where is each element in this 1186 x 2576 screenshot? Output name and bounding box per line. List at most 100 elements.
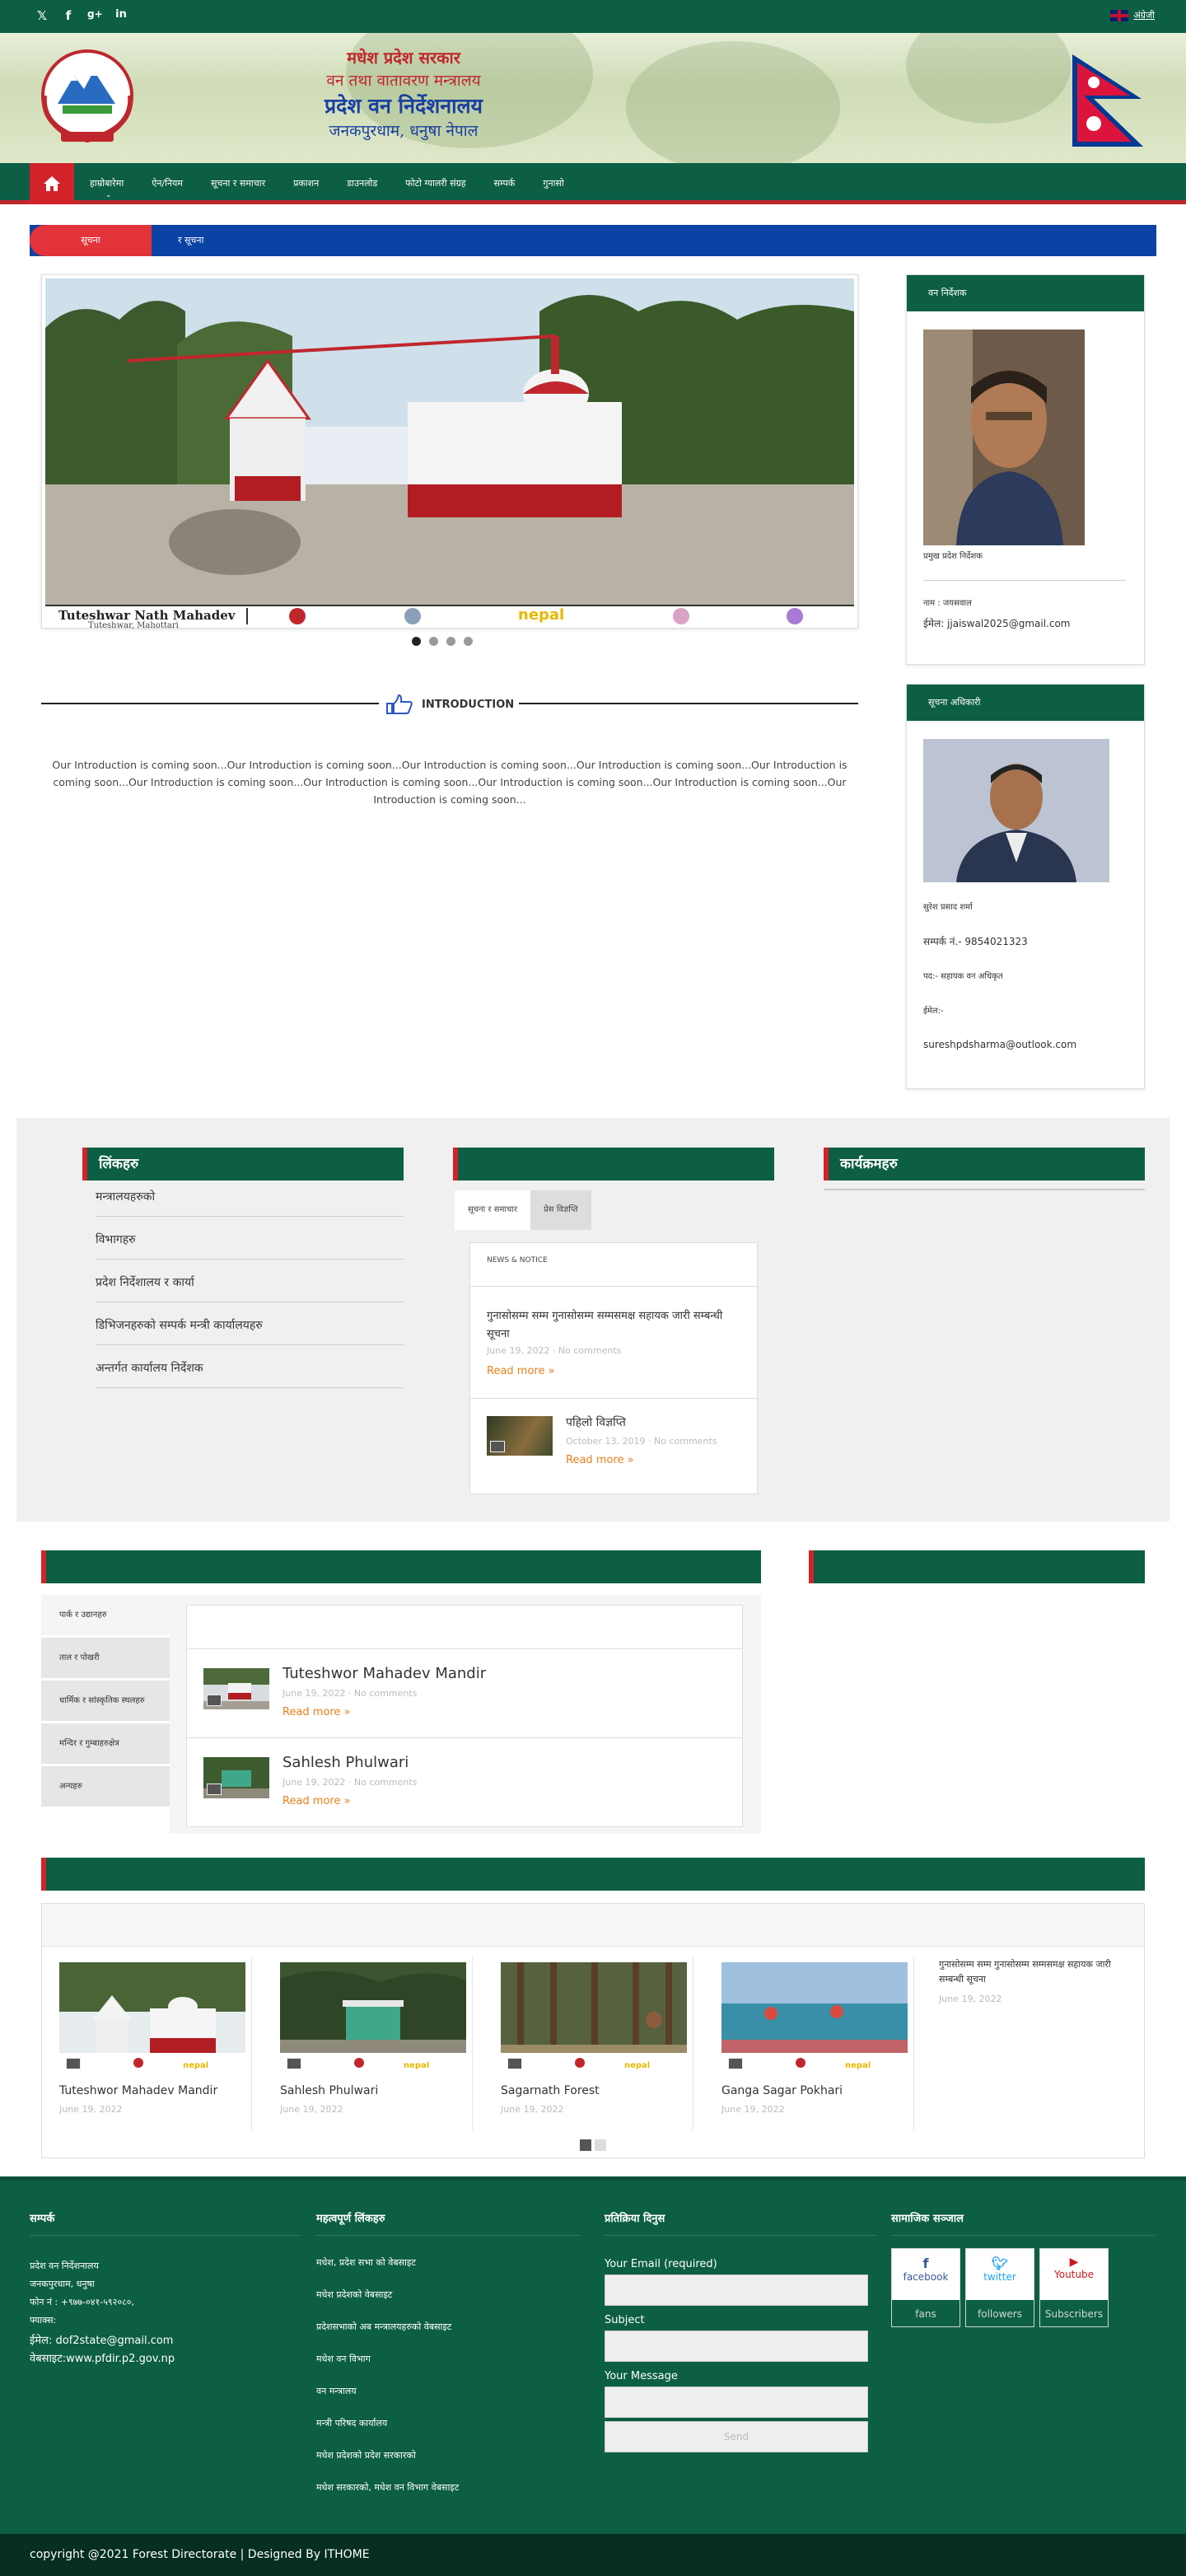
gallery-panel-divider — [187, 1648, 742, 1649]
slider-dot[interactable] — [412, 637, 421, 646]
carousel-item[interactable]: nepal Sagarnath Forest June 19, 2022 — [484, 1957, 693, 2130]
home-button[interactable] — [30, 163, 74, 204]
facebook-icon: f — [922, 2256, 929, 2271]
government-emblem[interactable] — [33, 46, 142, 148]
strip-divider — [246, 608, 248, 624]
slider-dot[interactable] — [446, 637, 455, 646]
twitter-box[interactable]: 🐦︎ twitter followers — [965, 2248, 1034, 2327]
nav-item-contact[interactable]: सम्पर्क — [480, 163, 530, 204]
links-item[interactable]: प्रदेश निर्देशालय र कार्या — [96, 1274, 404, 1302]
footer-link[interactable]: वन मन्त्रालय — [316, 2385, 357, 2397]
carousel-item-title[interactable]: Ganga Sagar Pokhari — [721, 2084, 843, 2097]
tab-news[interactable]: सूचना र समाचार — [455, 1190, 531, 1230]
footer-contact-email[interactable]: ईमेल: dof2state@gmail.com — [30, 2332, 173, 2347]
gallery-post-title[interactable]: Tuteshwor Mahadev Mandir — [282, 1665, 486, 1682]
read-more-link[interactable]: Read more » — [566, 1454, 634, 1466]
gallery-post-thumbnail[interactable] — [203, 1668, 269, 1709]
footer-link[interactable]: मधेश सरकारको, मधेश वन विभाग वेबसाइट — [316, 2481, 459, 2494]
ministry-title: वन तथा वातावरण मन्त्रालय — [326, 72, 481, 90]
facebook-icon[interactable]: f — [61, 8, 76, 23]
carousel-page-dot[interactable] — [580, 2139, 591, 2151]
read-more-link[interactable]: Read more » — [487, 1365, 555, 1377]
svg-text:nepal: nepal — [845, 2061, 871, 2070]
intro-heading: INTRODUCTION — [385, 694, 514, 715]
google-plus-icon[interactable]: g+ — [87, 8, 103, 23]
thumbs-up-icon — [386, 694, 413, 714]
copyright-bar: copyright @2021 Forest Directorate | Des… — [0, 2534, 1186, 2576]
carousel-item-title[interactable]: Sagarnath Forest — [501, 2084, 600, 2097]
youtube-icon: ▶ — [1069, 2256, 1079, 2269]
twitter-icon[interactable]: 𝕏 — [35, 8, 49, 23]
nav-menu: हाम्रोबारेमा ऐन/नियम सूचना र समाचार प्रक… — [76, 163, 578, 204]
carousel-item-title[interactable]: Tuteshwor Mahadev Mandir — [59, 2084, 217, 2097]
footer-contact-line: फ्याक्स: — [30, 2315, 57, 2326]
nav-item-news[interactable]: सूचना र समाचार — [197, 163, 279, 204]
footer-feedback-heading: प्रतिक्रिया दिनुस — [605, 2213, 665, 2225]
carousel-item[interactable]: nepal Ganga Sagar Pokhari June 19, 2022 — [705, 1957, 914, 2130]
carousel-item[interactable]: nepal Sahlesh Phulwari June 19, 2022 — [264, 1957, 473, 2130]
read-more-link[interactable]: Read more » — [282, 1706, 351, 1718]
footer-link[interactable]: मन्त्री परिषद कार्यालय — [316, 2417, 387, 2429]
footer-contact-line: जनकपुरधाम, धनुषा — [30, 2279, 95, 2289]
ticker-message[interactable]: र सूचना — [178, 225, 203, 256]
nepal-brand-logo: nepal — [518, 606, 565, 624]
background-foliage — [906, 33, 1071, 124]
tab-religious[interactable]: धार्मिक र सांस्कृतिक स्थलहरु — [41, 1681, 170, 1722]
director-email[interactable]: ईमेल: jjaiswal2025@gmail.com — [923, 616, 1070, 630]
footer-divider — [316, 2235, 580, 2236]
carousel-text-item[interactable]: गुनासोसम्म सम्म गुनासोसम्म सम्मसमक्ष सहा… — [939, 1957, 1128, 2004]
footer-link[interactable]: मधेश, प्रदेश सभा को वेबसाइट — [316, 2256, 416, 2269]
news-post-title[interactable]: पहिलो विज्ञप्ति — [566, 1414, 626, 1430]
footer-link[interactable]: मधेश प्रदेशको प्रदेश सरकारको — [316, 2449, 416, 2461]
facebook-box[interactable]: f facebook fans — [891, 2248, 960, 2327]
footer-link[interactable]: मधेश प्रदेशको वेबसाइट — [316, 2288, 392, 2301]
tab-others[interactable]: अन्यहरु — [41, 1766, 170, 1807]
tab-lakes[interactable]: ताल र पोखरी — [41, 1638, 170, 1679]
carousel-text-date: June 19, 2022 — [939, 1994, 1002, 2004]
links-item[interactable]: मन्त्रालयहरुको — [96, 1189, 404, 1217]
gallery-post-thumbnail[interactable] — [203, 1757, 269, 1798]
nav-item-gallery[interactable]: फोटो ग्यालरी संग्रह — [391, 163, 479, 204]
linkedin-icon[interactable]: in — [114, 8, 128, 23]
site-footer: सम्पर्क प्रदेश वन निर्देशनालय जनकपुरधाम,… — [0, 2176, 1186, 2534]
subject-field[interactable] — [605, 2331, 868, 2362]
subject-label: Subject — [605, 2314, 645, 2326]
slider-dot[interactable] — [464, 637, 473, 646]
read-more-link[interactable]: Read more » — [282, 1795, 351, 1807]
news-post-title[interactable]: गुनासोसम्म सम्म गुनासोसम्म सम्मसमक्ष सहा… — [487, 1307, 742, 1344]
youtube-box[interactable]: ▶ Youtube Subscribers — [1039, 2248, 1109, 2327]
nav-item-publications[interactable]: प्रकाशन — [279, 163, 333, 204]
footer-link[interactable]: प्रदेशसभाको अब मन्त्रालयहरुको वेबसाइट — [316, 2321, 451, 2333]
footer-link[interactable]: मधेश वन विभाग — [316, 2353, 371, 2365]
language-label[interactable]: अंग्रेजी — [1133, 9, 1155, 21]
news-panel-label: NEWS & NOTICE — [487, 1256, 548, 1265]
info-officer-photo — [923, 739, 1109, 882]
tab-parks[interactable]: पार्क र उद्यानहरु — [41, 1595, 170, 1636]
message-field[interactable] — [605, 2387, 868, 2418]
info-officer-email[interactable]: sureshpdsharma@outlook.com — [923, 1039, 1076, 1050]
carousel-pager — [580, 2139, 606, 2151]
slider-dot[interactable] — [429, 637, 438, 646]
tab-temples[interactable]: मन्दिर र गुम्बाहरुक्षेत्र — [41, 1723, 170, 1765]
main-nav: हाम्रोबारेमा ऐन/नियम सूचना र समाचार प्रक… — [0, 163, 1186, 204]
send-button[interactable]: Send — [605, 2421, 868, 2452]
nav-item-downloads[interactable]: डाउनलोड — [333, 163, 391, 204]
carousel-page-dot[interactable] — [595, 2139, 606, 2151]
links-item[interactable]: अन्तर्गत कार्यालय निर्देशक — [96, 1360, 404, 1388]
tab-press[interactable]: प्रेस विज्ञप्ति — [530, 1190, 591, 1230]
links-item[interactable]: विभागहरु — [96, 1232, 404, 1260]
news-post-thumbnail[interactable] — [487, 1416, 553, 1456]
carousel-text-title[interactable]: गुनासोसम्म सम्म गुनासोसम्म सम्मसमक्ष सहा… — [939, 1957, 1128, 1987]
footer-social-heading: सामाजिक सञ्जाल — [891, 2213, 964, 2225]
email-field[interactable] — [605, 2274, 868, 2306]
gallery-post-title[interactable]: Sahlesh Phulwari — [282, 1754, 409, 1771]
nav-item-acts[interactable]: ऐन/नियम — [138, 163, 197, 204]
links-item[interactable]: डिभिजनहरुको सम्पर्क मन्त्री कार्यालयहरु — [96, 1317, 404, 1345]
image-slider[interactable]: Tuteshwar Nath Mahadev Tuteshwar, Mahott… — [41, 274, 858, 630]
nav-item-grievance[interactable]: गुनासो — [529, 163, 577, 204]
footer-contact-website[interactable]: वेबसाइट:www.pfdir.p2.gov.np — [30, 2350, 175, 2365]
carousel-item[interactable]: nepal Tuteshwor Mahadev Mandir June 19, … — [43, 1957, 252, 2130]
address-title: जनकपुरधाम, धनुषा नेपाल — [329, 122, 479, 140]
carousel-item-title[interactable]: Sahlesh Phulwari — [280, 2084, 378, 2097]
language-switch[interactable]: अंग्रेजी — [1110, 9, 1155, 21]
